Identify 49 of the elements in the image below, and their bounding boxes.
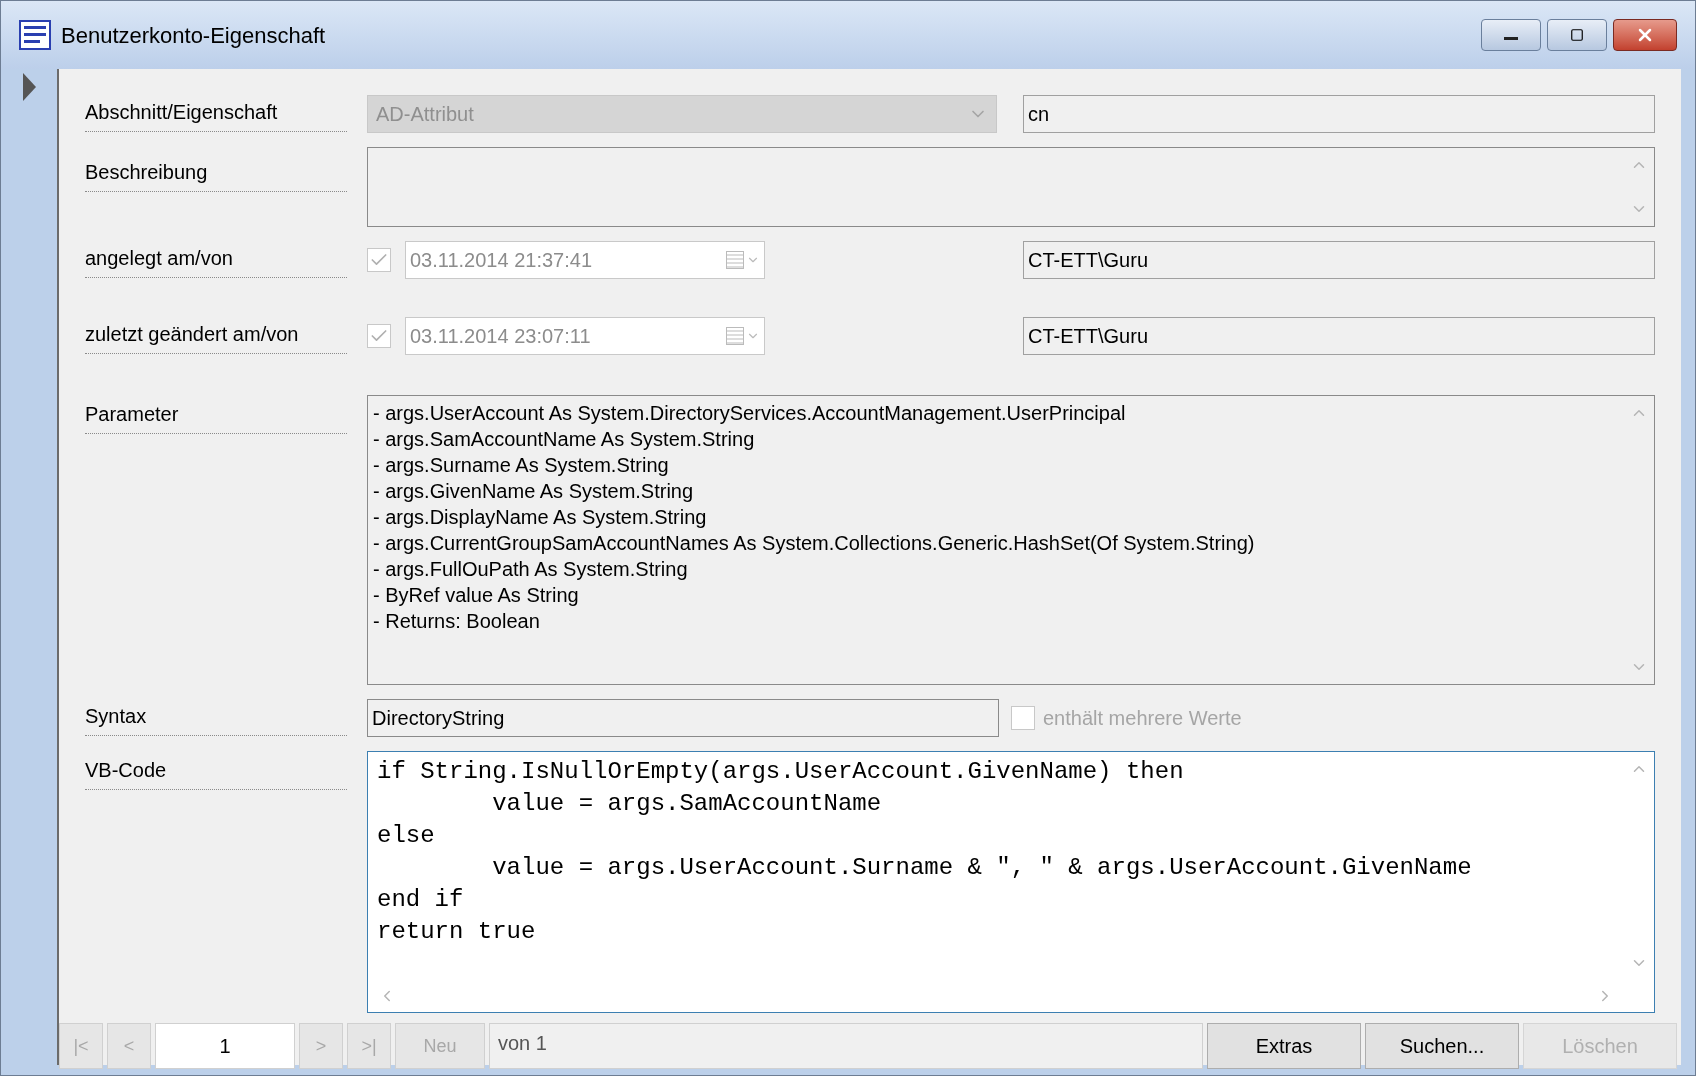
maximize-button[interactable] bbox=[1547, 19, 1607, 51]
attribute-dropdown[interactable]: AD-Attribut bbox=[367, 95, 997, 133]
code-line: end if bbox=[377, 885, 465, 915]
minimize-icon bbox=[1504, 36, 1518, 40]
parameter-line: - args.UserAccount As System.DirectoryServices.AccountManagement.UserPrincipal bbox=[373, 401, 1127, 426]
form-icon bbox=[19, 20, 51, 50]
code-line: value = args.UserAccount.Surname & ", " & args.UserAccount.GivenName bbox=[491, 853, 1473, 883]
record-number-field[interactable]: 1 bbox=[155, 1023, 295, 1069]
field-label: VB-Code bbox=[85, 759, 167, 781]
field-label: Parameter bbox=[85, 403, 179, 425]
user-field[interactable]: CT-ETT\Guru bbox=[1023, 241, 1655, 279]
field-label: Abschnitt/Eigenschaft bbox=[85, 100, 278, 123]
parameter-line: - ByRef value As String bbox=[373, 583, 580, 608]
parameter-line: - args.FullOuPath As System.String bbox=[373, 557, 689, 582]
field-label: Syntax bbox=[85, 704, 147, 727]
parameter-line: - args.Surname As System.String bbox=[373, 453, 670, 478]
code-line: return true bbox=[377, 917, 537, 947]
description-field[interactable] bbox=[367, 147, 1655, 227]
minimize-button[interactable] bbox=[1481, 19, 1541, 51]
code-editor[interactable]: if String.IsNullOrEmpty(args.UserAccount.GivenName) then value = args.SamAccountName else value = args.UserAccount.Surname & ", " & args.UserAccount.GivenName end if return true bbox=[367, 751, 1655, 1013]
parameter-line: - args.GivenName As System.String bbox=[373, 479, 695, 504]
action-button[interactable]: Suchen... bbox=[1365, 1023, 1519, 1069]
maximize-icon bbox=[1570, 28, 1584, 42]
parameter-line: - args.DisplayName As System.String bbox=[373, 505, 708, 530]
parameter-line: - args.CurrentGroupSamAccountNames As System.Collections.Generic.HashSet(Of System.String) bbox=[373, 531, 1256, 556]
window-title: Benutzerkonto-Eigenschaft bbox=[61, 21, 326, 50]
checkbox[interactable] bbox=[1011, 706, 1035, 730]
code-line: else bbox=[377, 821, 436, 851]
property-field[interactable]: cn bbox=[1023, 95, 1655, 133]
code-line: if String.IsNullOrEmpty(args.UserAccount.GivenName) then bbox=[377, 757, 1185, 787]
parameter-line: - Returns: Boolean bbox=[373, 609, 541, 634]
user-field[interactable]: CT-ETT\Guru bbox=[1023, 317, 1655, 355]
syntax-field[interactable]: DirectoryString bbox=[367, 699, 999, 737]
record-selector-icon bbox=[21, 73, 37, 101]
calendar-icon[interactable] bbox=[726, 327, 760, 345]
calendar-icon[interactable] bbox=[726, 251, 760, 269]
parameter-line: - args.SamAccountName As System.String bbox=[373, 427, 756, 452]
code-line: value = args.SamAccountName bbox=[491, 789, 883, 819]
date-picker[interactable]: 03.11.2014 21:37:41 bbox=[405, 241, 765, 279]
record-count: von 1 bbox=[489, 1023, 1203, 1069]
checkbox-label: enthält mehrere Werte bbox=[1043, 706, 1242, 731]
checkbox[interactable] bbox=[367, 324, 391, 348]
action-button[interactable]: Extras bbox=[1207, 1023, 1361, 1069]
date-picker[interactable]: 03.11.2014 23:07:11 bbox=[405, 317, 765, 355]
field-label: angelegt am/von bbox=[85, 246, 233, 269]
field-label: Beschreibung bbox=[85, 161, 208, 183]
checkbox[interactable] bbox=[367, 248, 391, 272]
close-button[interactable] bbox=[1613, 19, 1677, 51]
field-label: zuletzt geändert am/von bbox=[85, 322, 299, 345]
